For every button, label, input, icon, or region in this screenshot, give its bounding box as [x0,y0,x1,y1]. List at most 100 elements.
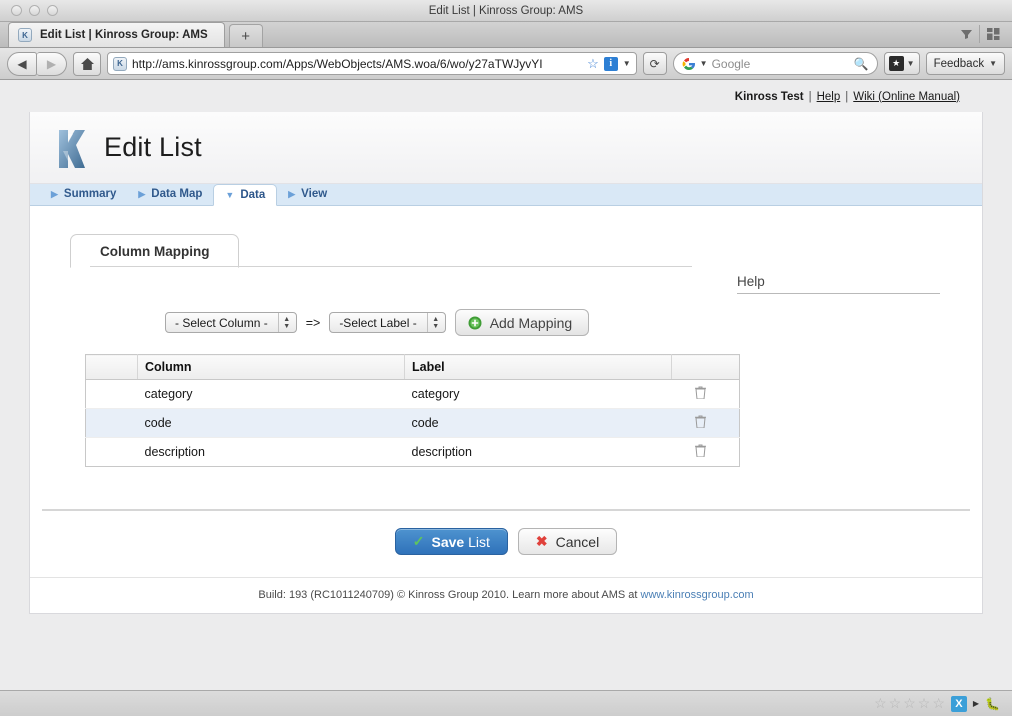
star-icon[interactable]: ☆ [874,695,887,712]
table-row[interactable]: code code [85,408,740,438]
help-panel: Help [737,274,940,294]
bookmarks-star-icon: ★ [888,56,904,71]
tab-view-label: View [301,188,328,200]
chevron-right-icon[interactable]: ▶ [973,699,979,708]
table-row[interactable]: description description [86,438,740,467]
home-button[interactable] [73,51,101,76]
stepper-icon[interactable]: ▲ ▼ [426,313,444,332]
footer-link[interactable]: www.kinrossgroup.com [641,589,754,601]
new-tab-button[interactable]: + [228,24,263,47]
bookmark-star-icon[interactable]: ☆ [587,56,599,72]
save-label-strong: Save [431,533,465,550]
help-link[interactable]: Help [817,91,841,103]
forward-button[interactable]: ▶ [37,51,67,76]
bookmarks-button[interactable]: ★ ▼ [883,52,920,75]
tab-data[interactable]: ▼ Data [213,184,278,206]
tab-view[interactable]: ▶ View [277,183,338,205]
tab-column-mapping[interactable]: Column Mapping [70,234,240,268]
inner-tabs-underline [90,266,692,267]
tab-data-map-label: Data Map [151,188,203,200]
tab-data-map[interactable]: ▶ Data Map [127,183,213,205]
wiki-link[interactable]: Wiki (Online Manual) [853,91,960,103]
add-mapping-button[interactable]: Add Mapping [454,309,590,336]
window-title: Edit List | Kinross Group: AMS [428,4,584,17]
th-label: Label [404,354,672,380]
label-select[interactable]: -Select Label - ▲ ▼ [329,312,446,333]
chevron-down-icon[interactable]: ▼ [623,59,631,68]
section-divider [42,509,970,511]
back-button[interactable]: ◀ [7,51,37,76]
search-bar[interactable]: ▼ Google 🔍 [672,52,878,75]
cancel-button[interactable]: ✖ Cancel [517,528,618,555]
star-icon[interactable]: ☆ [918,695,931,712]
cell-column: category [137,379,405,409]
browser-tab[interactable]: K Edit List | Kinross Group: AMS [8,22,225,47]
th-actions [671,354,740,380]
cancel-label: Cancel [555,533,600,550]
triangle-right-icon: ▶ [138,188,146,199]
th-spacer [85,354,138,380]
kinross-favicon-icon: K [18,28,32,42]
row-spacer [86,438,138,467]
search-input[interactable]: Google [712,57,850,71]
stepper-icon[interactable]: ▲ ▼ [277,313,295,332]
extension-icon[interactable]: X [950,695,967,712]
form-actions: ✓ Save List ✖ Cancel [30,528,982,577]
page-header: Edit List [30,112,982,184]
save-label-rest: List [464,533,490,550]
bookmarks-chevron-icon[interactable]: ▼ [907,59,915,68]
page-viewport: Kinross Test | Help | Wiki (Online Manua… [0,80,1012,690]
topbar-separator-1: | [808,90,812,103]
tabstrip-actions [953,21,1012,47]
search-engine-chevron-icon[interactable]: ▼ [700,59,708,68]
add-mapping-label: Add Mapping [489,314,573,331]
app-grid-icon[interactable] [980,22,1006,46]
search-icon[interactable]: 🔍 [854,57,869,71]
column-mapping-table: Column Label category category code code… [85,354,740,467]
inner-tabs-wrap: Column Mapping [30,234,692,268]
cell-delete[interactable] [671,379,740,409]
browser-tabstrip: K Edit List | Kinross Group: AMS + [0,22,1012,48]
mapping-arrow: => [305,315,321,330]
trash-icon [694,415,706,428]
url-text: http://ams.kinrossgroup.com/Apps/WebObje… [132,56,543,71]
inner-tabs: Column Mapping [70,234,692,268]
table-header-row: Column Label [85,354,740,380]
cell-column: code [137,408,405,438]
kinross-logo-icon [59,129,85,168]
downloads-icon[interactable] [953,22,979,46]
bug-icon[interactable]: 🐛 [985,697,1000,711]
triangle-right-icon: ▶ [288,188,296,199]
table-row[interactable]: category category [85,379,740,409]
browser-navbar: ◀ ▶ K http://ams.kinrossgroup.com/Apps/W… [0,48,1012,80]
star-icon[interactable]: ☆ [932,695,945,712]
browser-tab-label: Edit List | Kinross Group: AMS [40,29,208,41]
table-body: category category code code description … [85,379,740,467]
page-body: Help Column Mapping - Select Column - ▲ ▼… [30,234,982,613]
site-info-icon[interactable]: i [603,56,618,71]
footer-text: Build: 193 (RC1011240709) © Kinross Grou… [258,589,641,601]
trash-icon [694,386,706,399]
page-footer: Build: 193 (RC1011240709) © Kinross Grou… [30,577,982,613]
star-icon[interactable]: ☆ [889,695,902,712]
reload-button[interactable]: ⟳ [642,52,667,75]
help-divider [737,293,940,294]
feedback-button[interactable]: Feedback ▼ [925,52,1005,75]
topbar-separator-2: | [845,90,849,103]
add-circle-icon [468,316,482,329]
address-bar[interactable]: K http://ams.kinrossgroup.com/Apps/WebOb… [107,52,637,75]
cell-delete[interactable] [672,438,740,467]
star-icon[interactable]: ☆ [903,695,916,712]
save-list-button[interactable]: ✓ Save List [394,528,508,555]
column-select[interactable]: - Select Column - ▲ ▼ [165,312,297,333]
trash-icon [694,444,706,457]
nav-buttons: ◀ ▶ [7,51,67,76]
page-card: Edit List ▶ Summary ▶ Data Map ▼ Data ▶ … [29,112,983,614]
tab-summary[interactable]: ▶ Summary [40,183,127,205]
window-titlebar: Edit List | Kinross Group: AMS [0,0,1012,22]
cell-delete[interactable] [671,408,740,438]
page-title: Edit List [104,132,202,162]
page-tabs: ▶ Summary ▶ Data Map ▼ Data ▶ View [30,184,982,206]
help-heading: Help [737,274,765,289]
rating-stars[interactable]: ☆ ☆ ☆ ☆ ☆ [874,695,945,712]
